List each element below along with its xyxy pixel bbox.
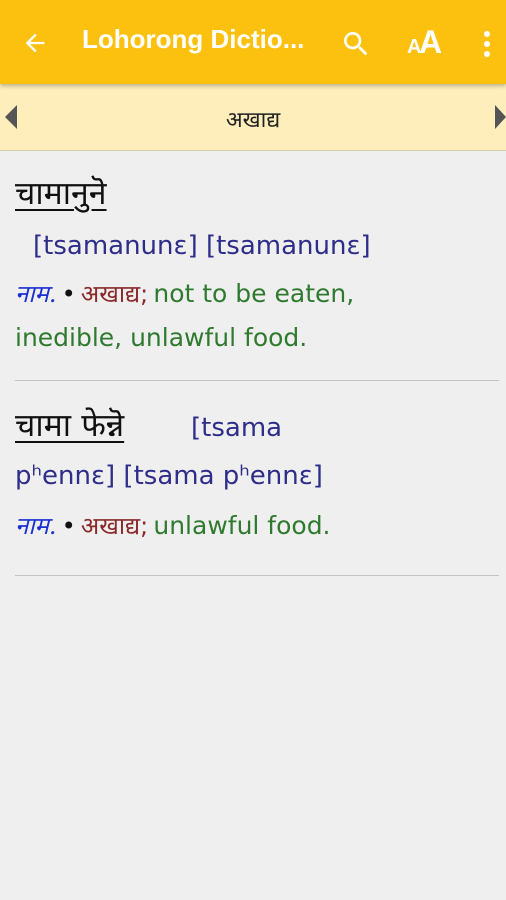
font-size-icon-large: A — [419, 24, 443, 60]
app-title: Lohorong Dictio... — [82, 24, 305, 54]
english-definition: not to be eaten, — [153, 279, 355, 308]
entry-divider — [15, 575, 499, 576]
search-button[interactable] — [340, 28, 372, 60]
nepali-gloss: अखाद्य; — [80, 280, 149, 308]
entry-divider — [15, 380, 499, 381]
entry-definition-line: नाम. • अखाद्य; unlawful food. — [15, 509, 331, 542]
next-word-button[interactable] — [492, 104, 506, 130]
triangle-right-icon — [495, 105, 506, 129]
search-icon — [344, 32, 368, 56]
english-definition-continued: inedible, unlawful food. — [15, 323, 308, 352]
word-navigation-bar: अखाद्य — [0, 84, 506, 151]
more-options-button[interactable] — [478, 28, 496, 60]
entry-pronunciation: [tsama — [191, 413, 283, 443]
part-of-speech: नाम. — [15, 512, 57, 540]
bullet: • — [61, 280, 76, 308]
entry-pronunciation-continued: pʰennɛ] [tsama pʰennɛ] — [15, 461, 323, 491]
entry-definition-line: नाम. • अखाद्य; not to be eaten, — [15, 277, 354, 310]
entry-headword: चामा फेन्नॆ — [15, 406, 125, 444]
bullet: • — [61, 512, 76, 540]
font-size-button[interactable]: A A — [405, 24, 447, 62]
english-definition: unlawful food. — [153, 511, 331, 540]
app-bar: Lohorong Dictio... A A — [0, 0, 506, 84]
arrow-left-icon — [25, 33, 45, 53]
entry-headword: चामानुनॆ — [15, 174, 107, 212]
nepali-gloss: अखाद्य; — [80, 512, 149, 540]
current-word: अखाद्य — [225, 108, 281, 133]
entry-pronunciation: [tsamanunɛ] [tsamanunɛ] — [33, 231, 371, 261]
back-button[interactable] — [18, 28, 52, 58]
part-of-speech: नाम. — [15, 280, 57, 308]
more-vert-icon — [484, 31, 490, 57]
